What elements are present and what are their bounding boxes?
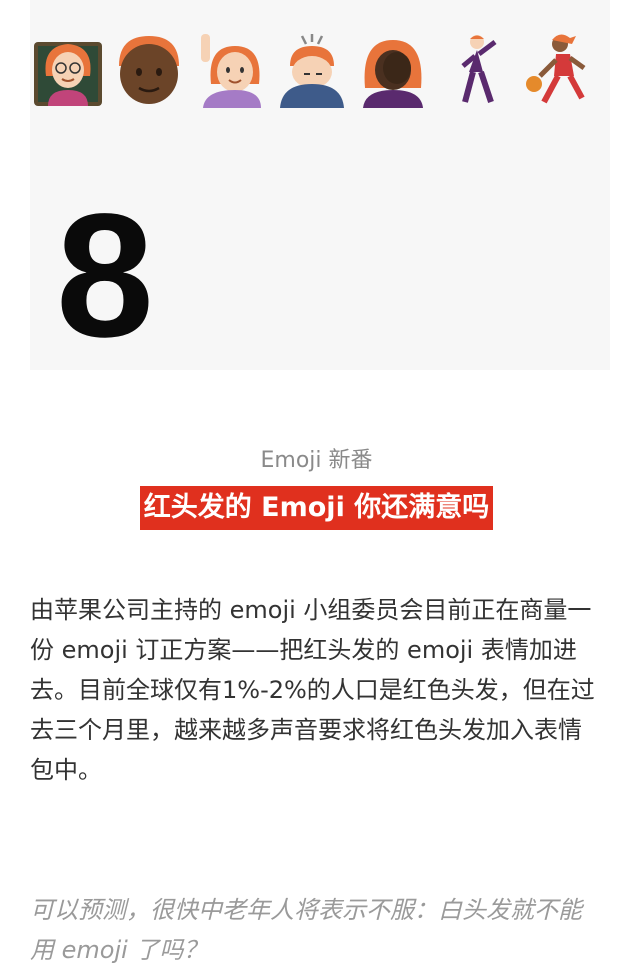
man-dancing-emoji (439, 32, 511, 108)
red-hair-man-bowing-emoji (276, 32, 348, 108)
body-paragraph: 由苹果公司主持的 emoji 小组委员会目前正在商量一份 emoji 订正方案—… (30, 596, 595, 784)
red-hair-dark-skin-man-emoji (113, 32, 185, 108)
closing-question: 可以预测，很快中老年人将表示不服：白头发就不能用 emoji 了吗？ (30, 896, 582, 964)
section-kicker: Emoji 新番 (260, 448, 373, 473)
issue-number: 8 (56, 178, 154, 374)
article-body: 由苹果公司主持的 emoji 小组委员会目前正在商量一份 emoji 订正方案—… (30, 590, 605, 790)
headline-wrap: 红头发的 Emoji 你还满意吗 (0, 486, 633, 530)
red-hair-woman-raising-hand-emoji (195, 32, 267, 108)
emoji-row (32, 30, 592, 110)
article-headline: 红头发的 Emoji 你还满意吗 (139, 486, 494, 530)
woman-basketball-emoji (520, 32, 592, 108)
red-hair-woman-facepalm-emoji (357, 32, 429, 108)
red-hair-teacher-emoji (32, 32, 104, 108)
